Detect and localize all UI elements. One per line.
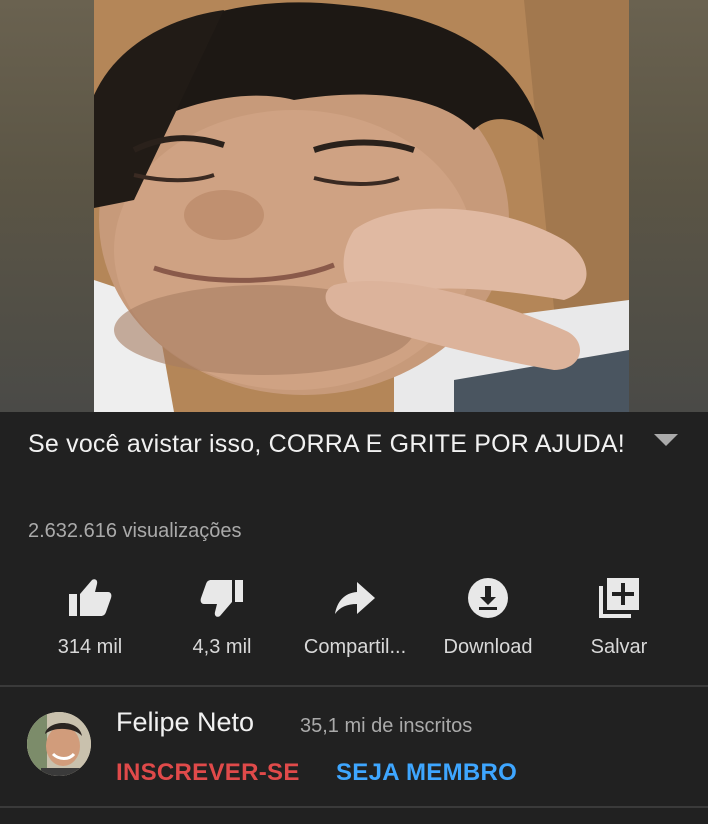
subscriber-count: 35,1 mi de inscritos [300, 715, 473, 737]
video-thumbnail [94, 0, 629, 412]
chevron-down-icon [654, 434, 678, 446]
divider [0, 806, 708, 808]
save-button[interactable]: Salvar [574, 570, 664, 670]
share-label: Compartil... [303, 636, 407, 658]
download-icon [464, 574, 512, 622]
dislike-count: 4,3 mil [192, 636, 252, 658]
like-button[interactable]: 314 mil [44, 570, 136, 670]
like-count: 314 mil [57, 636, 123, 658]
dislike-button[interactable]: 4,3 mil [176, 570, 268, 670]
channel-avatar[interactable] [27, 712, 91, 776]
share-icon [331, 574, 379, 622]
join-membership-button[interactable]: SEJA MEMBRO [336, 759, 517, 787]
subscribe-button[interactable]: INSCREVER-SE [116, 759, 300, 787]
thumbs-up-icon [66, 574, 114, 622]
share-button[interactable]: Compartil... [290, 570, 420, 670]
save-label: Salvar [590, 636, 648, 658]
video-player[interactable] [0, 0, 708, 412]
view-count: 2.632.616 visualizações [28, 520, 242, 542]
download-label: Download [443, 636, 533, 658]
avatar-image [27, 712, 91, 776]
video-title-block[interactable]: Se você avistar isso, CORRA E GRITE POR … [28, 422, 638, 466]
expand-description-button[interactable] [650, 428, 682, 452]
save-playlist-icon [595, 574, 643, 622]
video-frame-image [94, 0, 629, 412]
download-button[interactable]: Download [428, 570, 548, 670]
divider [0, 685, 708, 687]
video-title: Se você avistar isso, CORRA E GRITE POR … [28, 430, 625, 458]
action-bar: 314 mil 4,3 mil Compartil... Download Sa… [0, 570, 708, 670]
channel-name[interactable]: Felipe Neto [116, 707, 254, 738]
thumbs-down-icon [198, 574, 246, 622]
youtube-watch-page: Se você avistar isso, CORRA E GRITE POR … [0, 0, 708, 824]
